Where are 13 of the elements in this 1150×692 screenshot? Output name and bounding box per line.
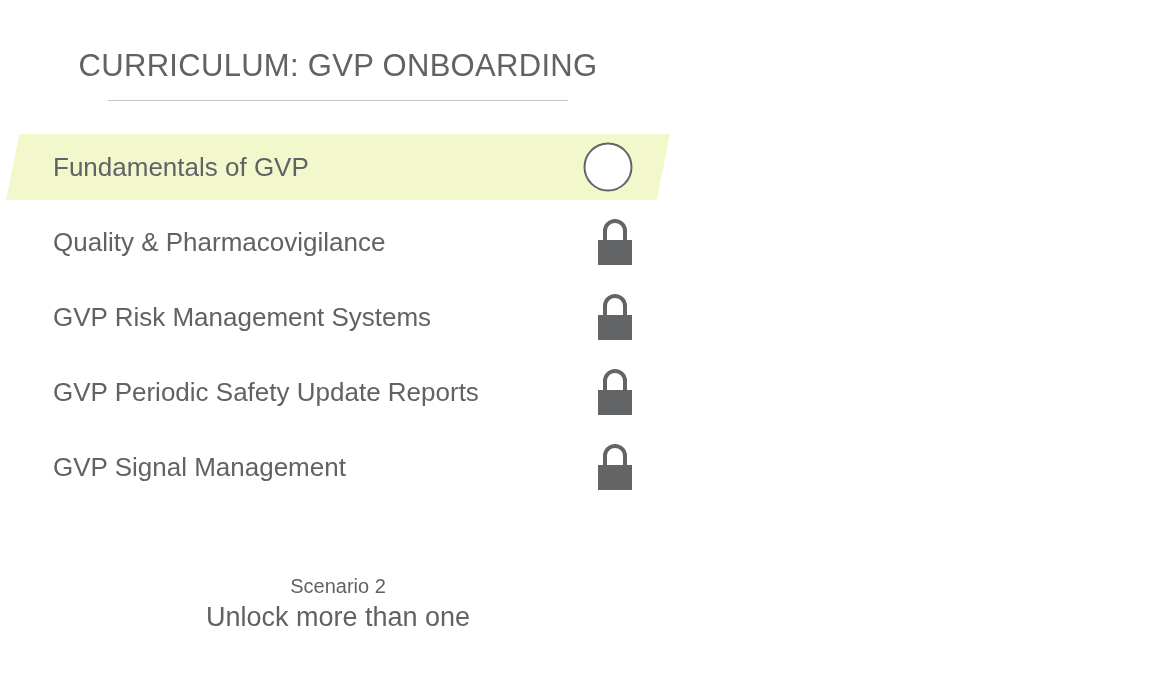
circle-icon xyxy=(583,142,633,192)
course-row[interactable]: GVP Signal Management xyxy=(6,434,670,500)
padlock-icon xyxy=(597,218,633,266)
scenario-label: Scenario 2 xyxy=(290,575,386,598)
course-row[interactable]: Quality & Pharmacovigilance xyxy=(6,209,670,275)
course-row[interactable]: GVP Periodic Safety Update Reports xyxy=(6,359,670,425)
curriculum-title: CURRICULUM: GVP ONBOARDING xyxy=(78,48,598,84)
padlock-icon xyxy=(597,368,633,416)
course-row[interactable]: GVP Risk Management Systems xyxy=(6,284,670,350)
padlock-icon xyxy=(597,293,633,341)
scenario-caption: Unlock more than one xyxy=(205,602,471,633)
course-row[interactable]: Fundamentals of GVP xyxy=(6,134,670,200)
padlock-icon xyxy=(597,443,633,491)
